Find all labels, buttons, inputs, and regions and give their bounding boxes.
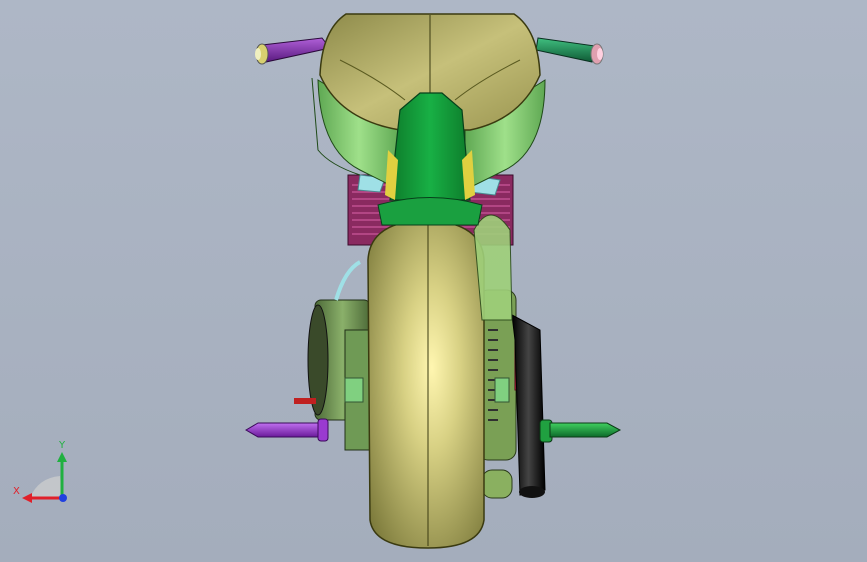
motorcycle-model[interactable] — [0, 0, 867, 562]
left-foot-peg[interactable] — [245, 418, 329, 442]
x-axis-label: X — [13, 486, 20, 497]
left-handlebar-grip[interactable] — [255, 37, 331, 65]
right-foot-peg[interactable] — [539, 419, 622, 443]
axis-triad-icon — [22, 452, 67, 503]
3d-viewport[interactable]: X Y — [0, 0, 867, 562]
right-handlebar-grip[interactable] — [535, 37, 604, 65]
y-axis-label: Y — [59, 440, 66, 451]
exhaust-pipe[interactable] — [511, 314, 546, 498]
rear-hub-left[interactable] — [294, 260, 374, 451]
z-axis-dot — [59, 494, 67, 502]
orientation-triad: X Y — [10, 440, 80, 510]
